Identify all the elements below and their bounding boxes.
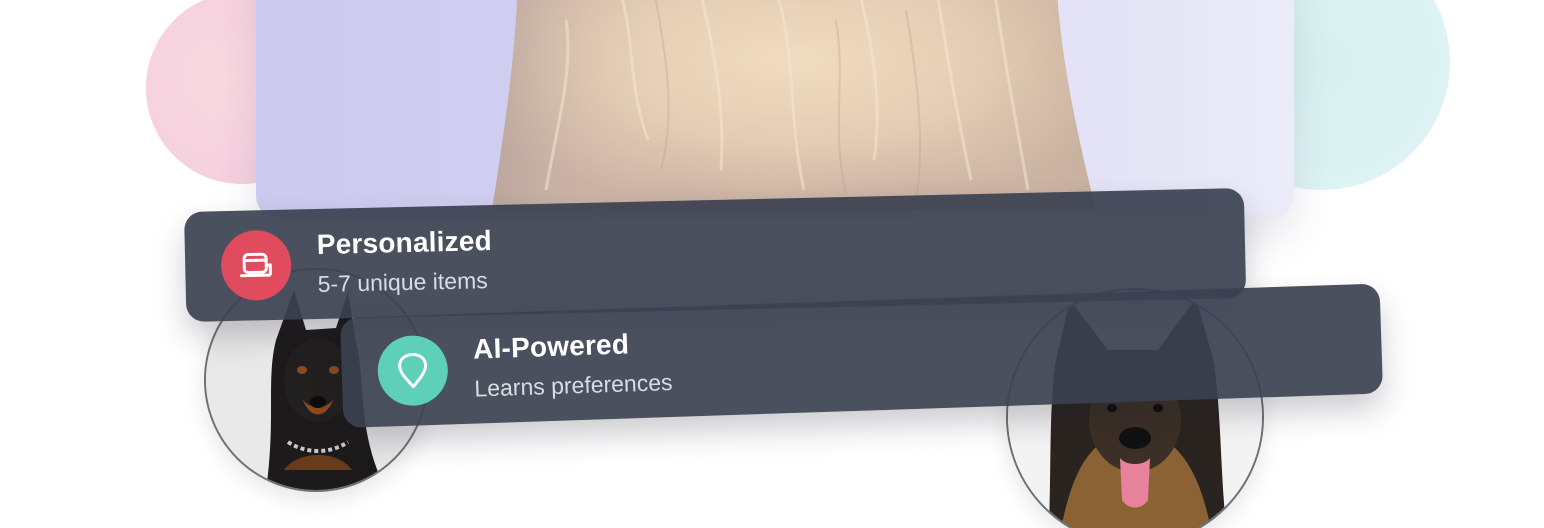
- feature-icon-badge-ai-powered: [376, 334, 449, 407]
- feature-title-ai-powered: AI-Powered: [472, 328, 630, 365]
- fluffy-dog-illustration: [492, 0, 1096, 210]
- feature-title-personalized: Personalized: [316, 225, 493, 260]
- feature-subtitle-personalized: 5-7 unique items: [317, 267, 488, 297]
- box-icon: [239, 252, 272, 278]
- hero-dog-photo: [256, 0, 1294, 218]
- location-pin-icon: [398, 353, 428, 389]
- hero-section: Personalized 5-7 unique items AI-Powered…: [0, 0, 1544, 528]
- feature-subtitle-ai-powered: Learns preferences: [473, 369, 673, 402]
- feature-icon-badge-personalized: [220, 229, 293, 302]
